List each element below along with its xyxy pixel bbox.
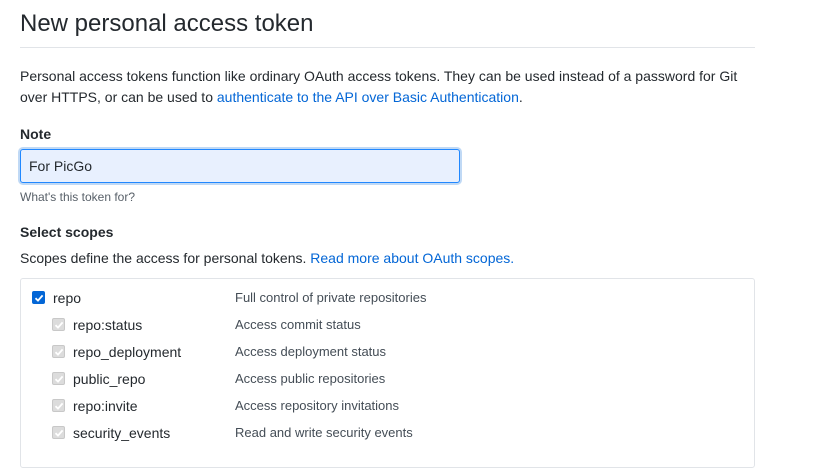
basic-auth-link[interactable]: authenticate to the API over Basic Authe… [217, 89, 519, 105]
scope-name: repo:invite [73, 398, 138, 414]
scope-row-repo-invite[interactable]: repo:invite Access repository invitation… [52, 396, 752, 416]
checkmark-icon [54, 321, 63, 329]
public-repo-checkbox[interactable] [52, 372, 65, 385]
scope-description: Read and write security events [235, 425, 413, 440]
repo-invite-checkbox[interactable] [52, 399, 65, 412]
repo-deployment-checkbox[interactable] [52, 345, 65, 358]
checkmark-icon [54, 348, 63, 356]
oauth-scopes-link[interactable]: Read more about OAuth scopes. [310, 250, 514, 266]
note-help-text: What's this token for? [20, 190, 136, 204]
page-title: New personal access token [20, 10, 314, 37]
scope-description: Access deployment status [235, 344, 387, 359]
checkmark-icon [54, 402, 63, 410]
note-label: Note [20, 126, 52, 142]
scope-name: repo_deployment [73, 344, 182, 360]
repo-checkbox[interactable] [32, 291, 45, 304]
scope-row-repo[interactable]: repo Full control of private repositorie… [32, 288, 752, 308]
scope-description: Access repository invitations [235, 398, 400, 413]
intro-text-after: . [518, 89, 523, 105]
checkmark-icon [54, 429, 63, 437]
scope-name: repo [53, 290, 82, 306]
scopes-description: Scopes define the access for personal to… [20, 248, 514, 268]
scope-name: security_events [73, 425, 171, 441]
checkmark-icon [54, 375, 63, 383]
scope-name: repo:status [73, 317, 143, 333]
scope-row-security-events[interactable]: security_events Read and write security … [52, 423, 752, 443]
scopes-list: repo Full control of private repositorie… [20, 278, 755, 468]
repo-status-checkbox[interactable] [52, 318, 65, 331]
note-input[interactable] [20, 149, 460, 183]
select-scopes-heading: Select scopes [20, 224, 114, 240]
scope-row-public-repo[interactable]: public_repo Access public repositories [52, 369, 752, 389]
security-events-checkbox[interactable] [52, 426, 65, 439]
intro-text: Personal access tokens function like ord… [20, 66, 760, 108]
scope-row-repo-status[interactable]: repo:status Access commit status [52, 315, 752, 335]
scope-description: Access commit status [235, 317, 361, 332]
scope-name: public_repo [73, 371, 146, 387]
title-divider [20, 47, 755, 48]
scope-description: Full control of private repositories [235, 290, 427, 305]
checkmark-icon [34, 294, 43, 302]
scopes-desc-text: Scopes define the access for personal to… [20, 250, 311, 266]
scope-row-repo-deployment[interactable]: repo_deployment Access deployment status [52, 342, 752, 362]
scope-description: Access public repositories [235, 371, 386, 386]
